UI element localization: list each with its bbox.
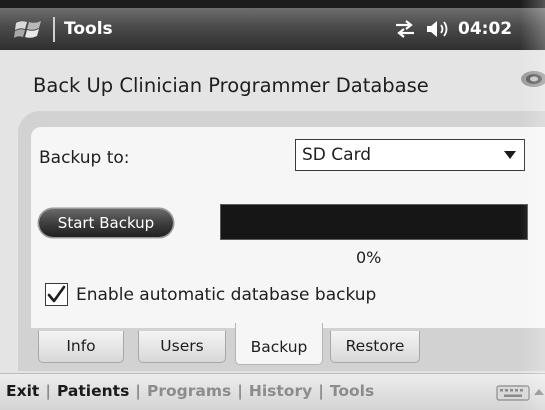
menu-separator: |	[237, 382, 243, 400]
page-title: Back Up Clinician Programmer Database	[33, 74, 429, 97]
softkey-menu: Exit | Patients | Programs | History | Tools	[6, 382, 374, 400]
backup-destination-select[interactable]: SD Card	[295, 139, 525, 171]
tab-backup[interactable]: Backup	[235, 323, 323, 365]
chevron-down-icon	[504, 151, 516, 159]
caret-up-icon[interactable]	[534, 389, 544, 395]
menu-separator: |	[45, 382, 51, 400]
bottom-menu-bar: Exit | Patients | Programs | History | Tools	[0, 373, 545, 410]
tab-info[interactable]: Info	[38, 331, 124, 363]
device-screen: Tools 04:02 Back Up Clinician Programmer…	[0, 0, 545, 410]
speaker-volume-icon[interactable]	[426, 19, 452, 39]
menu-exit[interactable]: Exit	[6, 382, 39, 400]
pod-icon	[521, 71, 545, 87]
menu-separator: |	[318, 382, 324, 400]
title-separator	[53, 17, 55, 42]
windows-flag-icon[interactable]	[14, 18, 44, 40]
menu-patients[interactable]: Patients	[57, 382, 129, 400]
keyboard-icon[interactable]	[496, 385, 530, 401]
top-strip	[0, 0, 545, 8]
auto-backup-checkbox[interactable]	[45, 283, 68, 306]
backup-to-label: Backup to:	[39, 148, 130, 168]
connectivity-arrows-icon[interactable]	[394, 20, 416, 38]
app-title: Tools	[64, 19, 113, 39]
backup-destination-value: SD Card	[302, 145, 372, 165]
start-backup-button[interactable]: Start Backup	[39, 209, 173, 237]
backup-progress-bar	[220, 204, 528, 240]
auto-backup-label: Enable automatic database backup	[76, 285, 377, 305]
tab-restore[interactable]: Restore	[330, 331, 420, 363]
menu-programs[interactable]: Programs	[147, 382, 231, 400]
title-bar: Tools 04:02	[0, 8, 545, 50]
clock[interactable]: 04:02	[458, 19, 512, 39]
tab-users[interactable]: Users	[138, 331, 226, 363]
backup-progress-percent: 0%	[356, 248, 382, 267]
menu-tools[interactable]: Tools	[330, 382, 374, 400]
checkmark-icon	[47, 285, 66, 303]
menu-separator: |	[135, 382, 141, 400]
menu-history[interactable]: History	[249, 382, 312, 400]
